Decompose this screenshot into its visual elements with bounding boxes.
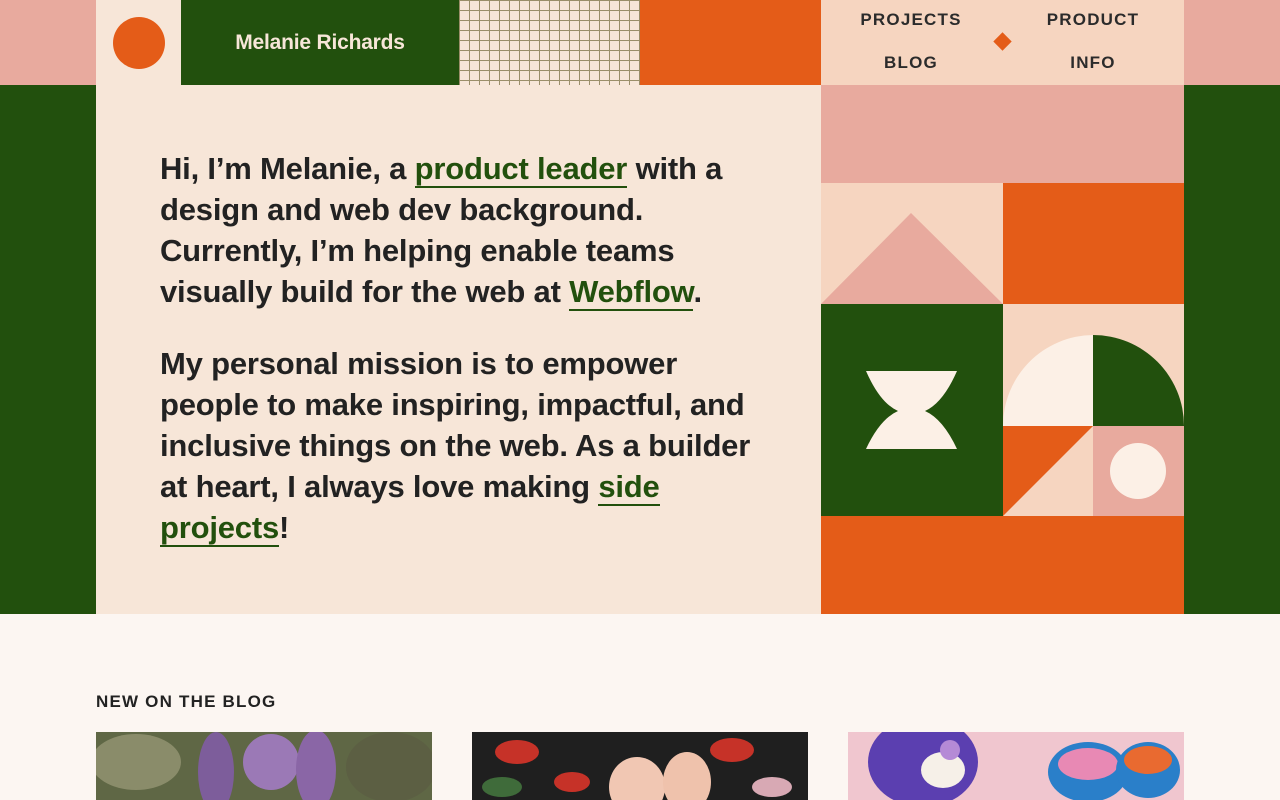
blog-post-thumbnail — [472, 732, 808, 800]
home-logo-link[interactable] — [112, 16, 165, 69]
thumb-shape — [1058, 748, 1118, 780]
logo-cell — [96, 0, 181, 85]
mission-paragraph: My personal mission is to empower people… — [160, 343, 760, 548]
intro-text: . — [693, 274, 702, 309]
geometric-art-illustration — [821, 85, 1184, 614]
site-header: Melanie Richards PROJECTS BLOG PRODUCT I… — [96, 0, 1184, 85]
nav-blog-link[interactable]: BLOG — [821, 53, 1001, 73]
thumb-shape — [921, 752, 965, 788]
orange-block-decoration — [640, 0, 821, 85]
blog-post-card[interactable] — [472, 732, 808, 800]
hero-copy: Hi, I’m Melanie, a product leader with a… — [160, 148, 760, 548]
thumb-shape — [940, 740, 960, 760]
site-name-link[interactable]: Melanie Richards — [235, 31, 405, 55]
thumb-shape — [1124, 746, 1172, 774]
mission-text: My personal mission is to empower people… — [160, 346, 751, 504]
thumb-shape — [752, 777, 792, 797]
thumb-shape — [710, 738, 754, 762]
thumb-shape — [495, 740, 539, 764]
blog-post-thumbnail — [96, 732, 432, 800]
intro-text: Hi, I’m Melanie, a — [160, 151, 415, 186]
thumb-shape — [554, 772, 590, 792]
diamond-icon — [993, 32, 1012, 51]
nav-info-link[interactable]: INFO — [1003, 53, 1183, 73]
thumb-shape — [296, 732, 336, 800]
mission-text: ! — [279, 510, 290, 545]
main-nav: PROJECTS BLOG PRODUCT INFO — [821, 0, 1184, 85]
art-circle — [1110, 443, 1166, 499]
blog-post-card[interactable] — [848, 732, 1184, 800]
grid-pattern-decoration — [459, 0, 640, 85]
nav-projects-link[interactable]: PROJECTS — [821, 10, 1001, 30]
intro-paragraph: Hi, I’m Melanie, a product leader with a… — [160, 148, 760, 312]
art-pink-band — [821, 85, 1184, 183]
thumb-shape — [243, 734, 299, 790]
blog-section-heading: NEW ON THE BLOG — [96, 692, 277, 711]
site-name-cell: Melanie Richards — [181, 0, 459, 85]
webflow-link[interactable]: Webflow — [569, 274, 694, 311]
thumb-shape — [482, 777, 522, 797]
art-orange-band — [821, 516, 1184, 614]
nav-product-link[interactable]: PRODUCT — [1003, 10, 1183, 30]
geometric-art-svg — [821, 85, 1184, 614]
art-orange-block — [1003, 183, 1184, 304]
hero-intro: Hi, I’m Melanie, a product leader with a… — [96, 85, 821, 614]
product-leader-link[interactable]: product leader — [414, 151, 627, 188]
blog-post-card[interactable] — [96, 732, 432, 800]
blog-post-thumbnail — [848, 732, 1184, 800]
